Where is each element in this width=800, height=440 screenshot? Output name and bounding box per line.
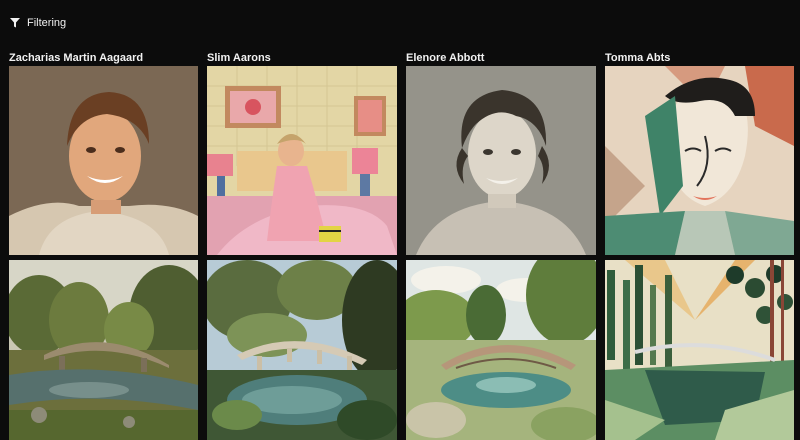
portrait-image[interactable] <box>605 66 794 255</box>
portrait-image[interactable] <box>207 66 397 255</box>
landscape-image[interactable] <box>9 260 198 440</box>
artist-name[interactable]: Slim Aarons <box>207 50 397 66</box>
artist-column: Elenore Abbott <box>406 50 596 440</box>
landscape-image[interactable] <box>406 260 596 440</box>
landscape-image[interactable] <box>605 260 794 440</box>
filter-label: Filtering <box>27 17 67 29</box>
artist-name[interactable]: Tomma Abts <box>605 50 794 66</box>
artist-column: Tomma Abts <box>605 50 794 440</box>
artist-name[interactable]: Elenore Abbott <box>406 50 596 66</box>
artist-grid: Zacharias Martin Aagaard Slim Aarons Ele… <box>9 50 798 440</box>
portrait-image[interactable] <box>9 66 198 255</box>
artist-column: Slim Aarons <box>207 50 397 440</box>
landscape-image[interactable] <box>207 260 397 440</box>
funnel-icon <box>10 18 20 28</box>
artist-name[interactable]: Zacharias Martin Aagaard <box>9 50 198 66</box>
artist-column: Zacharias Martin Aagaard <box>9 50 198 440</box>
filter-button[interactable]: Filtering <box>10 14 66 32</box>
portrait-image[interactable] <box>406 66 596 255</box>
